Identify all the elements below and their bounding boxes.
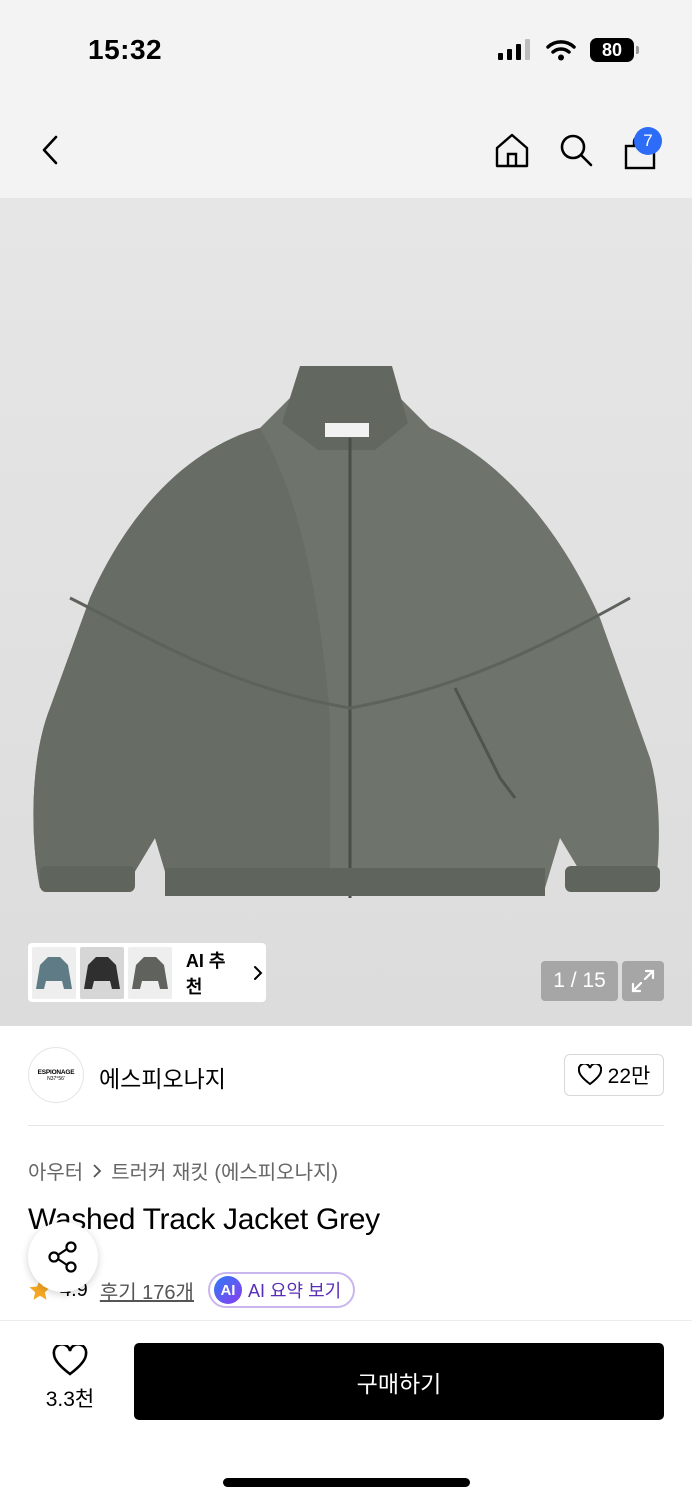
expand-image-button[interactable]: [622, 961, 664, 1001]
back-button[interactable]: [30, 128, 70, 172]
chevron-right-icon: [93, 1163, 102, 1178]
recommend-thumb-3[interactable]: [127, 946, 172, 999]
breadcrumb-item[interactable]: 아우터: [28, 1156, 83, 1185]
brand-name[interactable]: 에스피오나지: [99, 1060, 226, 1094]
breadcrumb-item[interactable]: 트러커 재킷 (에스피오나지): [111, 1156, 338, 1185]
search-icon: [560, 134, 593, 167]
cart-count-badge: 7: [634, 127, 662, 155]
ai-recommend-label: AI 추천: [185, 950, 226, 997]
share-button[interactable]: [28, 1222, 98, 1292]
recommend-thumb-2[interactable]: [79, 946, 124, 999]
status-bar: 15:32 80: [0, 0, 692, 100]
share-icon: [48, 1241, 77, 1273]
home-icon: [495, 133, 529, 168]
image-counter: 1 / 15: [541, 961, 618, 1001]
home-indicator: [223, 1478, 470, 1487]
ai-recommend-strip[interactable]: AI 추천: [28, 943, 266, 1002]
ai-summary-button[interactable]: AI AI 요약 보기: [207, 1272, 356, 1308]
chevron-right-icon: [253, 965, 263, 980]
expand-icon: [631, 969, 655, 993]
brand-logo[interactable]: ESPIONAGE N37°56': [28, 1047, 84, 1103]
brand-like-button[interactable]: 22만: [564, 1054, 664, 1096]
wifi-icon: [546, 40, 576, 61]
brand-like-count: 22만: [607, 1065, 651, 1088]
review-link[interactable]: 후기 176개: [100, 1276, 194, 1305]
heart-icon: [577, 1064, 602, 1086]
breadcrumb: 아우터 트러커 재킷 (에스피오나지): [28, 1156, 338, 1185]
bottom-action-bar: 3.3천 구매하기: [0, 1320, 692, 1500]
battery-indicator: 80: [590, 38, 639, 62]
jacket-thumbnail-icon: [131, 956, 168, 989]
heart-icon: [52, 1345, 88, 1376]
status-time: 15:32: [88, 34, 163, 65]
search-button[interactable]: [554, 128, 598, 172]
brand-row: ESPIONAGE N37°56' 에스피오나지 22만: [0, 1026, 692, 1126]
ai-summary-label: AI 요약 보기: [247, 1281, 342, 1301]
jacket-thumbnail-icon: [83, 956, 120, 989]
home-button[interactable]: [490, 128, 534, 172]
wishlist-count: 3.3천: [45, 1388, 95, 1411]
brand-logo-text: ESPIONAGE: [37, 1068, 75, 1076]
signal-icon: [498, 39, 530, 60]
chevron-left-icon: [42, 135, 58, 165]
product-image-gallery[interactable]: [0, 198, 692, 1026]
wishlist-button[interactable]: 3.3천: [30, 1345, 110, 1413]
recommend-thumb-1[interactable]: [32, 946, 76, 999]
divider: [28, 1125, 664, 1126]
ai-badge-icon: AI: [213, 1276, 242, 1304]
jacket-thumbnail-icon: [35, 956, 72, 989]
brand-logo-subtext: N37°56': [47, 1075, 65, 1082]
status-icons: 80: [498, 38, 639, 62]
buy-button[interactable]: 구매하기: [134, 1343, 664, 1420]
product-jacket-image: [33, 366, 660, 898]
